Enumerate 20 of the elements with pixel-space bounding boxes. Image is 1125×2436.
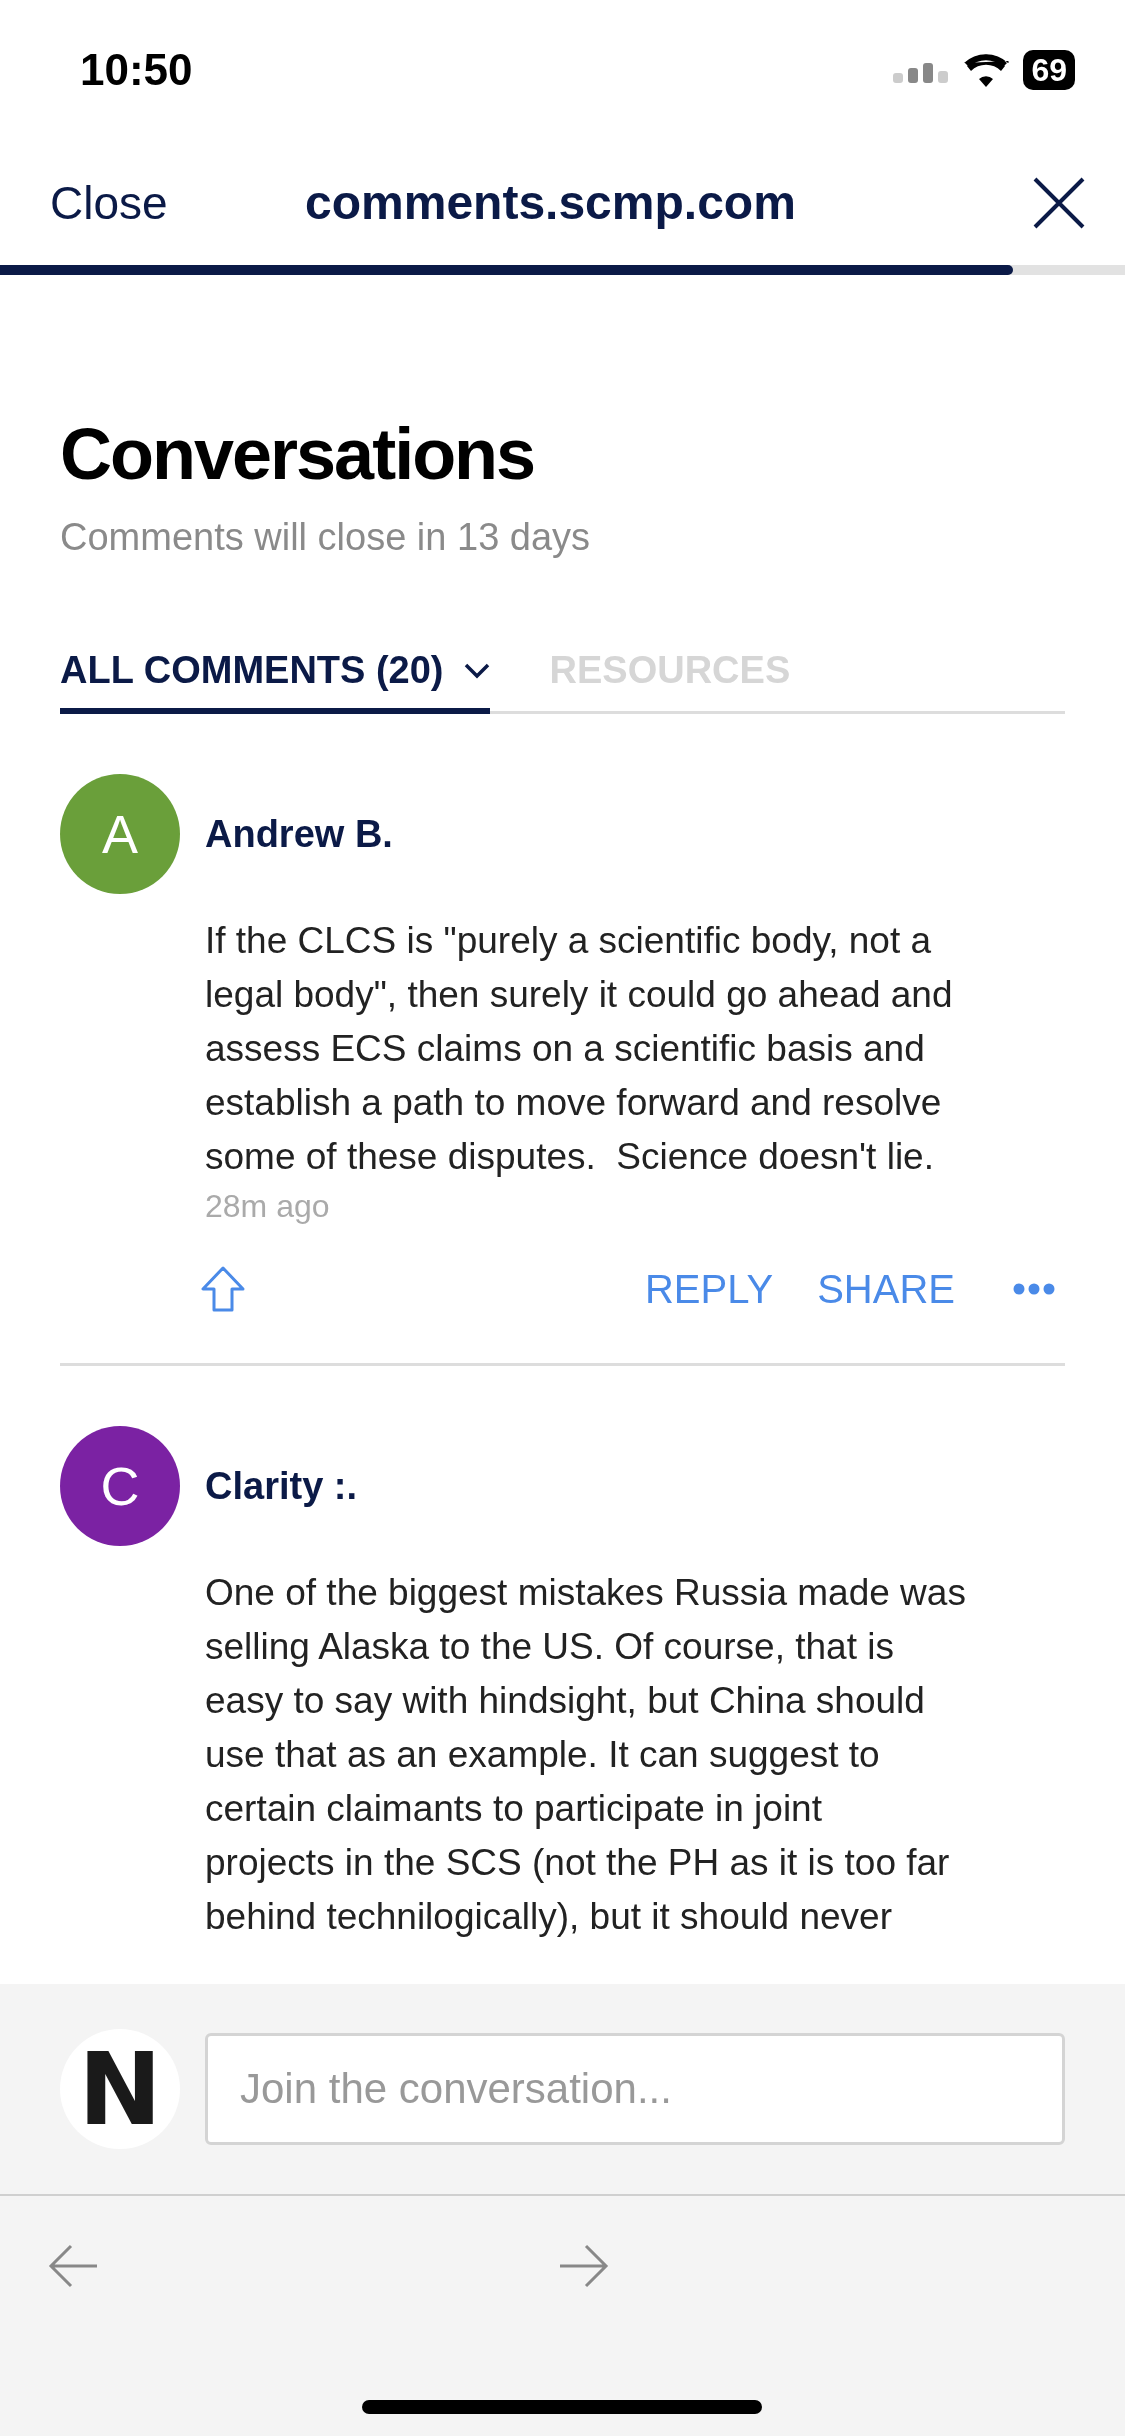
close-icon[interactable] [1033, 176, 1085, 229]
page-title: Conversations [60, 415, 536, 495]
comment-text: If the CLCS is "purely a scientific body, not a legal body", then surely it could go ahead and assess ECS claims on a scientific basis and establish a path to move forward and resolve some of these disputes. Science doesn't lie. [205, 919, 954, 1180]
status-time: 10:50 [80, 45, 193, 95]
avatar: C [60, 1426, 180, 1547]
wifi-icon [963, 53, 1010, 87]
page-domain: comments.scmp.com [305, 175, 797, 230]
comment-time: 28m ago [205, 1188, 331, 1226]
user-avatar: N [60, 2029, 180, 2149]
page-subtitle: Comments will close in 13 days [60, 516, 592, 560]
comment-input[interactable]: Join the conversation... [205, 2033, 1065, 2145]
comment-author[interactable]: Andrew B. [205, 812, 393, 856]
upvote-icon[interactable] [200, 1265, 246, 1314]
avatar: A [60, 774, 180, 895]
tab[interactable]: ALL COMMENTS (20) [60, 649, 490, 715]
comment-author[interactable]: Clarity :. [205, 1464, 358, 1508]
battery-level: 69 [1023, 50, 1075, 90]
comment-text: One of the biggest mistakes Russia made was selling Alaska to the US. Of course, that is easy to say with hindsight, but China should use that as an example. It can suggest to certain claimants to participate in joint projects in the SCS (not the PH as it is too far behind technilogically), but it should never [205, 1571, 967, 1940]
close-link[interactable]: Close [50, 175, 305, 230]
more-icon[interactable] [1013, 1283, 1055, 1296]
